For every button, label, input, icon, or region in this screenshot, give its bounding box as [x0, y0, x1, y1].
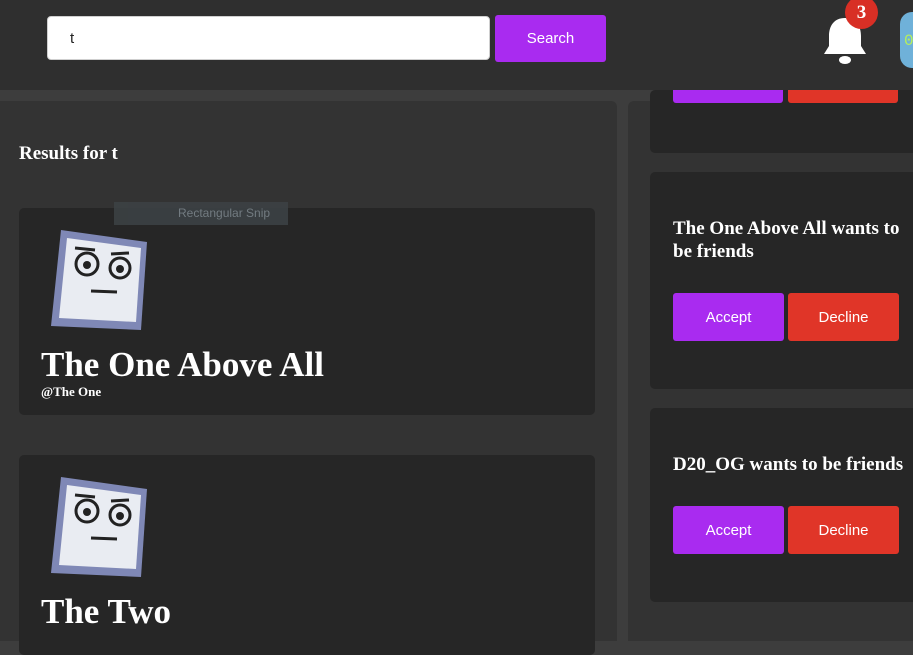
decline-button[interactable]: Decline [788, 293, 899, 341]
user-result-card[interactable]: The One Above All @The One [19, 208, 595, 415]
avatar-label: 0 [904, 32, 913, 50]
notification-badge: 3 [845, 0, 878, 29]
top-bar: Search 3 0 [0, 0, 913, 90]
monitor-face-avatar-icon [51, 230, 147, 330]
friend-request-text: The One Above All wants to be friends [673, 218, 900, 262]
user-display-name: The One Above All [41, 345, 324, 384]
snip-tool-overlay: Rectangular Snip [114, 202, 288, 225]
search-button[interactable]: Search [495, 15, 606, 62]
profile-avatar[interactable]: 0 [900, 12, 913, 68]
user-display-name: The Two [41, 592, 171, 631]
monitor-face-avatar-icon [51, 477, 147, 577]
user-result-card[interactable]: The Two [19, 455, 595, 655]
decline-button[interactable]: Decline [788, 506, 899, 554]
accept-button-partial[interactable] [673, 90, 783, 103]
friend-request-card: The One Above All wants to be friends Ac… [650, 172, 913, 389]
friend-request-text: D20_OG wants to be friends [673, 454, 904, 475]
user-handle: @The One [41, 384, 102, 399]
accept-button[interactable]: Accept [673, 293, 784, 341]
results-heading: Results for t [19, 143, 118, 164]
accept-button[interactable]: Accept [673, 506, 784, 554]
friend-request-card: D20_OG wants to be friends Accept Declin… [650, 408, 913, 602]
search-input[interactable] [47, 16, 490, 60]
decline-button-partial[interactable] [788, 90, 898, 103]
